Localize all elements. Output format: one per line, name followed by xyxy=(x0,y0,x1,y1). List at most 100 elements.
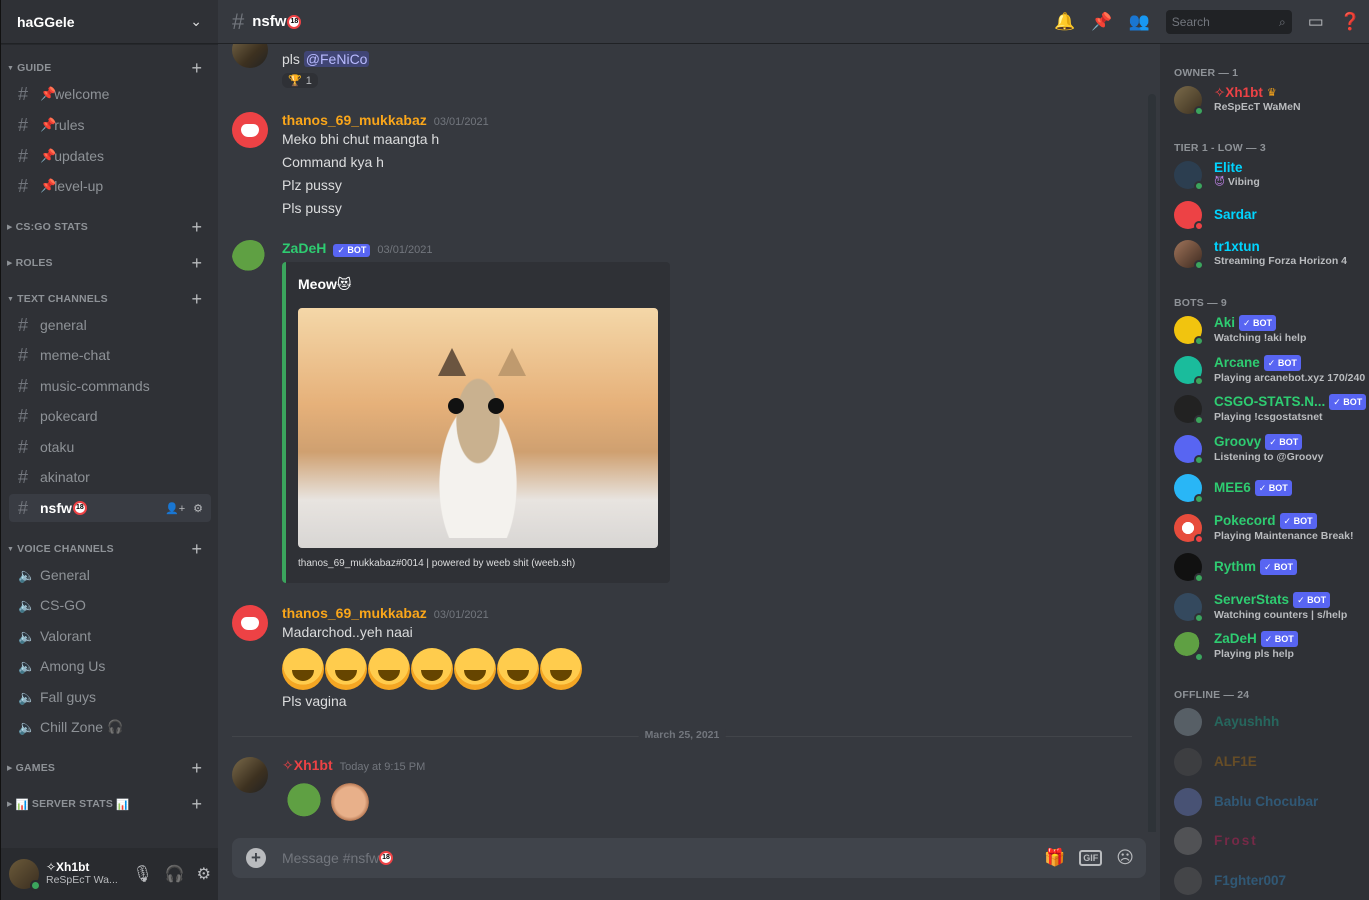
channel-general[interactable]: # general xyxy=(9,311,211,339)
channel-name: Among Us xyxy=(40,658,106,674)
scrollbar[interactable] xyxy=(1148,94,1156,832)
member-name: Groovy xyxy=(1214,434,1262,449)
microphone-icon[interactable]: 🎙 xyxy=(132,864,152,884)
channel-name: Valorant xyxy=(40,628,92,644)
channel-akinator[interactable]: # akinator xyxy=(9,463,211,491)
member-item[interactable]: Pokecord ✓ BOT Playing Maintenance Break! xyxy=(1174,510,1369,546)
member-item[interactable]: Aayushhh xyxy=(1174,704,1369,740)
channel-welcome[interactable]: # 📌 welcome xyxy=(9,80,211,108)
member-item[interactable]: MEE6 ✓ BOT xyxy=(1174,470,1369,506)
member-item[interactable]: Bablu Chocubar xyxy=(1174,784,1369,820)
add-channel-icon[interactable]: + xyxy=(191,540,202,558)
crown-icon: ♛ xyxy=(1266,87,1277,99)
message-author[interactable]: thanos_69_mukkabaz xyxy=(282,605,427,621)
add-channel-icon[interactable]: + xyxy=(191,795,202,813)
add-channel-icon[interactable]: + xyxy=(191,290,202,308)
avatar[interactable] xyxy=(232,112,268,148)
bot-badge: ✓ BOT xyxy=(1263,355,1301,371)
voice-channel-general[interactable]: 🔈 General xyxy=(9,561,211,589)
member-item[interactable]: ALF1E xyxy=(1174,744,1369,780)
member-item[interactable]: ZaDeH ✓ BOT Playing pls help xyxy=(1174,628,1369,664)
pin-icon[interactable]: 📌 xyxy=(1091,12,1112,32)
message-author[interactable]: thanos_69_mukkabaz xyxy=(282,112,427,128)
upload-plus-icon[interactable]: + xyxy=(246,848,266,868)
member-item[interactable]: Arcane ✓ BOT Playing arcanebot.xyz 170/24… xyxy=(1174,352,1369,388)
message-author[interactable]: ZaDeH xyxy=(282,240,326,256)
message-author[interactable]: ✧Xh1bt xyxy=(282,757,333,774)
search-icon: ⌕ xyxy=(1279,14,1286,29)
voice-channel-csgo[interactable]: 🔈 CS-GO xyxy=(9,591,211,619)
date-divider: March 25, 2021 xyxy=(232,729,1132,741)
bot-badge: ✓ BOT xyxy=(1260,559,1298,575)
server-header[interactable]: haGGele ⌄ xyxy=(1,0,218,44)
avatar xyxy=(1174,632,1204,662)
channel-rules[interactable]: # 📌 rules xyxy=(9,111,211,139)
member-item[interactable]: Frost xyxy=(1174,823,1369,859)
channel-name: rules xyxy=(54,117,85,133)
bell-icon[interactable]: 🔔 xyxy=(1054,12,1075,32)
member-item[interactable]: CSGO-STATS.N... ✓ BOT Playing !csgostatsn… xyxy=(1174,391,1369,427)
add-channel-icon[interactable]: + xyxy=(191,218,202,236)
gift-icon[interactable]: 🎁 xyxy=(1044,848,1065,868)
category-games[interactable]: ▶ GAMES + xyxy=(1,758,218,778)
avatar xyxy=(1174,788,1202,816)
category-csgo[interactable]: ▶ CS:GO STATS + xyxy=(1,217,218,237)
category-server-stats[interactable]: ▶ 📊 SERVER STATS 📊 + xyxy=(1,794,218,814)
emoji-picker-icon[interactable]: ☹ xyxy=(1116,848,1134,868)
speaker-icon: 🔈 xyxy=(18,627,36,644)
member-name: MEE6 xyxy=(1214,480,1251,495)
voice-channel-among-us[interactable]: 🔈 Among Us xyxy=(9,652,211,680)
gif-icon[interactable]: GIF xyxy=(1079,850,1103,866)
voice-channel-fall-guys[interactable]: 🔈 Fall guys xyxy=(9,683,211,711)
category-voice-channels[interactable]: ▼ VOICE CHANNELS + xyxy=(1,539,218,559)
member-item[interactable]: ✧Xh1bt ♛ ReSpEcT WaMeN xyxy=(1174,82,1369,118)
member-item[interactable]: Rythm ✓ BOT xyxy=(1174,549,1369,585)
member-item[interactable]: Aki ✓ BOT Watching !aki help xyxy=(1174,312,1369,348)
category-text-channels[interactable]: ▼ TEXT CHANNELS + xyxy=(1,289,218,309)
member-item[interactable]: Elite 😈 Vibing xyxy=(1174,157,1369,193)
chevron-down-icon[interactable]: ⌄ xyxy=(190,13,202,30)
channel-pokecard[interactable]: # pokecard xyxy=(9,402,211,430)
cat-image[interactable] xyxy=(298,308,658,548)
members-icon[interactable]: 👥 xyxy=(1129,12,1150,32)
add-channel-icon[interactable]: + xyxy=(191,759,202,777)
search-input[interactable]: Search ⌕ xyxy=(1165,10,1292,34)
member-item[interactable]: F1ghter007 xyxy=(1174,863,1369,899)
member-item[interactable]: tr1xtun Streaming Forza Horizon 4 xyxy=(1174,236,1369,272)
member-item[interactable]: Sardar xyxy=(1174,197,1369,233)
add-channel-icon[interactable]: + xyxy=(191,254,202,272)
avatar[interactable] xyxy=(232,44,268,68)
dnd-status-icon xyxy=(1194,221,1204,231)
invite-icon[interactable]: 👤+ xyxy=(165,502,185,515)
headphones-icon[interactable]: 🎧 xyxy=(165,864,185,884)
gear-icon[interactable]: ⚙ xyxy=(197,864,211,884)
voice-channel-chill-zone[interactable]: 🔈 Chill Zone 🎧 xyxy=(9,713,211,741)
joy-emoji-icon xyxy=(325,648,367,690)
category-label: GUIDE xyxy=(17,62,52,74)
user-mention[interactable]: @FeNiCo xyxy=(303,51,370,67)
channel-updates[interactable]: # 📌 updates xyxy=(9,142,211,170)
reaction[interactable]: 🏆 1 xyxy=(282,73,318,88)
channel-nsfw[interactable]: # nsfw 18 👤+ ⚙ xyxy=(9,494,211,522)
voice-channel-valorant[interactable]: 🔈 Valorant xyxy=(9,622,211,650)
avatar[interactable] xyxy=(9,859,41,891)
inbox-icon[interactable]: ▭ xyxy=(1308,12,1324,32)
hash-icon: # xyxy=(18,175,29,196)
member-item[interactable]: ServerStats ✓ BOT Watching counters | s/h… xyxy=(1174,589,1369,625)
category-guide[interactable]: ▼ GUIDE + xyxy=(1,58,218,78)
avatar[interactable] xyxy=(232,605,268,641)
add-channel-icon[interactable]: + xyxy=(191,59,202,77)
avatar[interactable] xyxy=(232,757,268,793)
gear-icon[interactable]: ⚙ xyxy=(193,502,203,515)
channel-otaku[interactable]: # otaku xyxy=(9,433,211,461)
channel-music-commands[interactable]: # music-commands xyxy=(9,372,211,400)
help-icon[interactable]: ❓ xyxy=(1340,12,1361,32)
member-item[interactable]: Groovy ✓ BOT Listening to @Groovy xyxy=(1174,431,1369,467)
embed-title: Meow xyxy=(298,276,337,292)
category-roles[interactable]: ▶ ROLES + xyxy=(1,253,218,273)
avatar xyxy=(1174,356,1204,386)
hash-icon: # xyxy=(18,497,29,518)
channel-level-up[interactable]: # 📌 level-up xyxy=(9,172,211,200)
channel-meme-chat[interactable]: # meme-chat xyxy=(9,341,211,369)
avatar[interactable] xyxy=(232,240,268,276)
